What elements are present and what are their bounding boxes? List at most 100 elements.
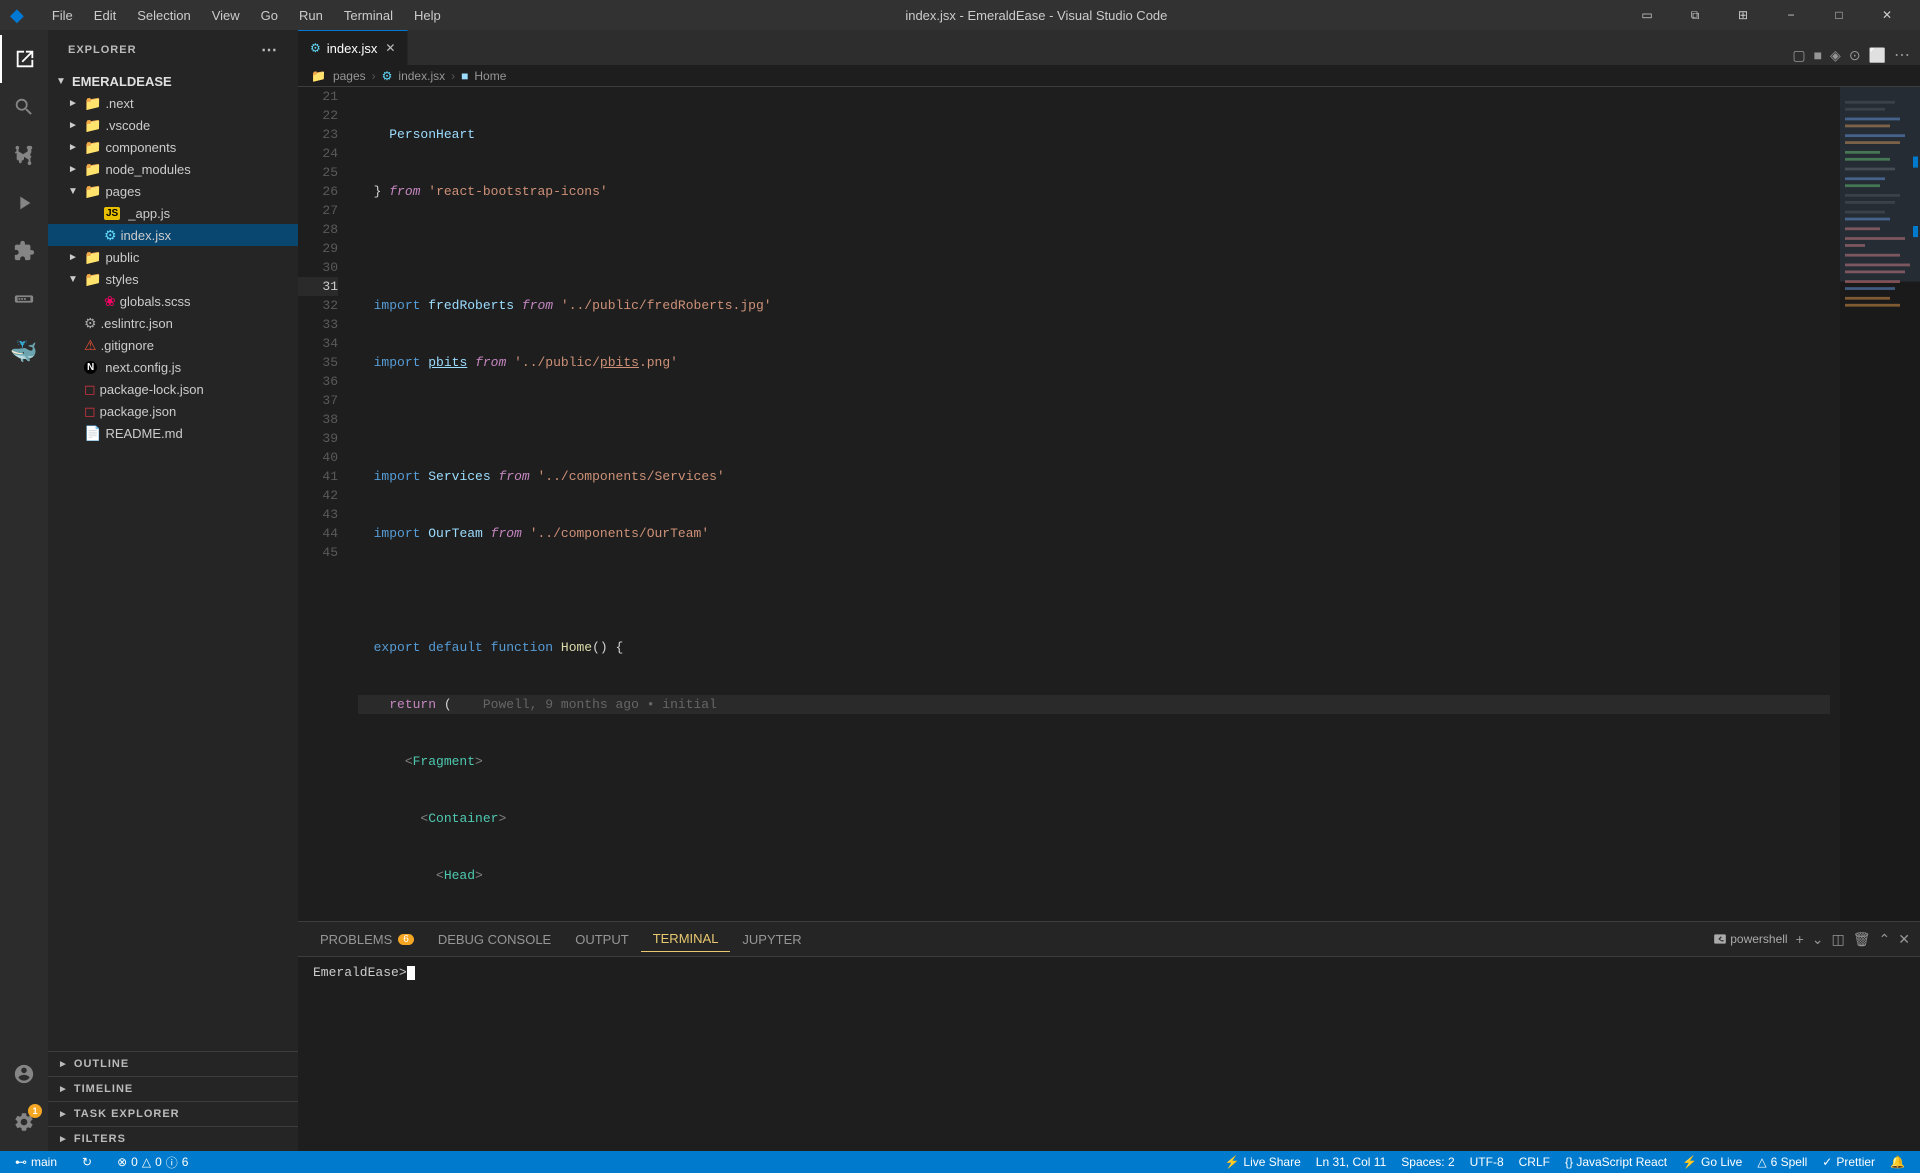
close-button[interactable]: ✕ xyxy=(1864,0,1910,30)
settings-activity-icon[interactable]: 1 xyxy=(0,1098,48,1146)
split-editor-button[interactable]: ⬜ xyxy=(1869,47,1886,64)
spell-status[interactable]: △ 6 Spell xyxy=(1752,1155,1812,1169)
error-count: 0 xyxy=(131,1155,138,1169)
tree-item-eslintrc[interactable]: ⚙ .eslintrc.json xyxy=(48,312,298,334)
docker-activity-icon[interactable]: 🐳 xyxy=(0,328,48,376)
menu-help[interactable]: Help xyxy=(406,6,449,25)
more-actions-icon[interactable]: ⋯ xyxy=(1894,45,1910,65)
spell-text: 6 Spell xyxy=(1771,1155,1808,1169)
tab-index-jsx[interactable]: ⚙ index.jsx ✕ xyxy=(298,30,408,65)
tree-item-globals-scss[interactable]: ❀ globals.scss xyxy=(48,290,298,312)
tree-item-vscode[interactable]: ► 📁 .vscode xyxy=(48,114,298,136)
menu-terminal[interactable]: Terminal xyxy=(336,6,401,25)
breadcrumb-pages[interactable]: pages xyxy=(333,69,366,83)
timeline-header[interactable]: ► TIMELINE xyxy=(48,1077,298,1101)
section-arrow-icon: ► xyxy=(58,1134,69,1145)
encoding-status[interactable]: UTF-8 xyxy=(1465,1155,1509,1169)
filters-header[interactable]: ► FILTERS xyxy=(48,1127,298,1151)
file-label: .gitignore xyxy=(101,338,154,353)
tab-output[interactable]: OUTPUT xyxy=(563,927,640,952)
kill-terminal-icon[interactable]: 🗑 xyxy=(1853,931,1871,948)
golive-text: Go Live xyxy=(1701,1155,1742,1169)
folder-label: EMERALDEASE xyxy=(72,74,172,89)
tree-item-readme[interactable]: 📄 README.md xyxy=(48,422,298,444)
breadcrumb-home[interactable]: Home xyxy=(474,69,506,83)
tab-close-icon[interactable]: ✕ xyxy=(385,41,395,55)
menu-file[interactable]: File xyxy=(44,6,81,25)
file-label: README.md xyxy=(105,426,182,441)
tree-item-package[interactable]: ◻ package.json xyxy=(48,400,298,422)
account-activity-icon[interactable] xyxy=(0,1050,48,1098)
eol-status[interactable]: CRLF xyxy=(1514,1155,1555,1169)
menu-go[interactable]: Go xyxy=(253,6,286,25)
breadcrumb-file[interactable]: index.jsx xyxy=(398,69,445,83)
tab-debug-console[interactable]: DEBUG CONSOLE xyxy=(426,927,563,952)
activity-bottom: 1 xyxy=(0,1050,48,1151)
tree-item-package-lock[interactable]: ◻ package-lock.json xyxy=(48,378,298,400)
sidebar-more-icon[interactable]: ⋯ xyxy=(261,40,278,60)
liveshare-status[interactable]: ⚡ Live Share xyxy=(1219,1155,1305,1169)
notification-icon[interactable]: 🔔 xyxy=(1885,1155,1910,1169)
maximize-button[interactable]: □ xyxy=(1816,0,1862,30)
tree-item-next-config[interactable]: N next.config.js xyxy=(48,356,298,378)
sync-status[interactable]: ↻ xyxy=(77,1155,97,1169)
editor-icon-3[interactable]: ◈ xyxy=(1830,47,1841,64)
errors-status[interactable]: ⊗ 0 △ 0 ⓘ 6 xyxy=(112,1154,193,1171)
tab-problems[interactable]: PROBLEMS 6 xyxy=(308,927,426,952)
menu-edit[interactable]: Edit xyxy=(86,6,124,25)
code-editor[interactable]: PersonHeart } from 'react-bootstrap-icon… xyxy=(348,87,1840,921)
explorer-activity-icon[interactable] xyxy=(0,35,48,83)
menu-view[interactable]: View xyxy=(204,6,248,25)
golive-status[interactable]: ⚡ Go Live xyxy=(1677,1155,1747,1169)
source-control-activity-icon[interactable] xyxy=(0,131,48,179)
minimize-button[interactable]: − xyxy=(1768,0,1814,30)
tree-item-components[interactable]: ► 📁 components xyxy=(48,136,298,158)
editor-icon-2[interactable]: ■ xyxy=(1814,47,1822,63)
folder-label: .vscode xyxy=(105,118,150,133)
tree-item-gitignore[interactable]: ⚠ .gitignore xyxy=(48,334,298,356)
run-debug-activity-icon[interactable] xyxy=(0,179,48,227)
maximize-panel-icon[interactable]: ⌃ xyxy=(1879,931,1891,948)
editor-icon-4[interactable]: ⊙ xyxy=(1849,47,1861,64)
tree-item-app-js[interactable]: JS _app.js xyxy=(48,202,298,224)
folder-arrow-icon: ► xyxy=(68,252,84,263)
extensions-activity-icon[interactable] xyxy=(0,227,48,275)
remote-explorer-activity-icon[interactable] xyxy=(0,275,48,323)
minimap[interactable] xyxy=(1840,87,1920,921)
tree-item-index-jsx[interactable]: ⚙ index.jsx xyxy=(48,224,298,246)
language-status[interactable]: {} JavaScript React xyxy=(1560,1155,1672,1169)
prettier-status[interactable]: ✓ Prettier xyxy=(1817,1155,1880,1169)
position-status[interactable]: Ln 31, Col 11 xyxy=(1311,1155,1392,1169)
next-file-icon: N xyxy=(84,361,97,374)
terminal-content[interactable]: EmeraldEase> xyxy=(298,957,1920,1151)
outline-header[interactable]: ► OUTLINE xyxy=(48,1052,298,1076)
tree-item-public[interactable]: ► 📁 public xyxy=(48,246,298,268)
split-terminal-icon[interactable]: ◫ xyxy=(1832,931,1845,948)
tab-jupyter[interactable]: JUPYTER xyxy=(730,927,813,952)
spaces-status[interactable]: Spaces: 2 xyxy=(1396,1155,1459,1169)
tree-item-node-modules[interactable]: ► 📁 node_modules xyxy=(48,158,298,180)
editor-icon-1[interactable]: ▢ xyxy=(1792,47,1805,64)
launch-profile-icon[interactable]: ⌄ xyxy=(1812,931,1824,948)
tree-item-emeraldease[interactable]: ▼ EMERALDEASE xyxy=(48,70,298,92)
new-terminal-icon[interactable]: + xyxy=(1796,931,1804,947)
menu-selection[interactable]: Selection xyxy=(129,6,198,25)
search-activity-icon[interactable] xyxy=(0,83,48,131)
tree-item-pages[interactable]: ▼ 📁 pages xyxy=(48,180,298,202)
spaces-text: Spaces: 2 xyxy=(1401,1155,1454,1169)
task-explorer-header[interactable]: ► TASK EXPLORER xyxy=(48,1102,298,1126)
tab-terminal[interactable]: TERMINAL xyxy=(641,926,731,952)
menu-run[interactable]: Run xyxy=(291,6,331,25)
more-layout-icon[interactable]: ⊞ xyxy=(1720,0,1766,30)
powershell-label: powershell xyxy=(1730,932,1787,946)
tree-item-styles[interactable]: ▼ 📁 styles xyxy=(48,268,298,290)
split-editor-icon[interactable]: ⧉ xyxy=(1672,0,1718,30)
tree-item-next[interactable]: ► 📁 .next xyxy=(48,92,298,114)
close-panel-icon[interactable]: ✕ xyxy=(1898,931,1910,948)
breadcrumb: 📁 pages › ⚙ index.jsx › ■ Home xyxy=(298,65,1920,87)
branch-status[interactable]: ⊷ main xyxy=(10,1155,62,1169)
prettier-icon: ✓ xyxy=(1822,1155,1832,1169)
outline-label: OUTLINE xyxy=(74,1058,129,1070)
editor-layout-icon[interactable]: ▭ xyxy=(1624,0,1670,30)
editor-content[interactable]: 21 22 23 24 25 26 27 28 29 30 31 32 33 3… xyxy=(298,87,1920,921)
